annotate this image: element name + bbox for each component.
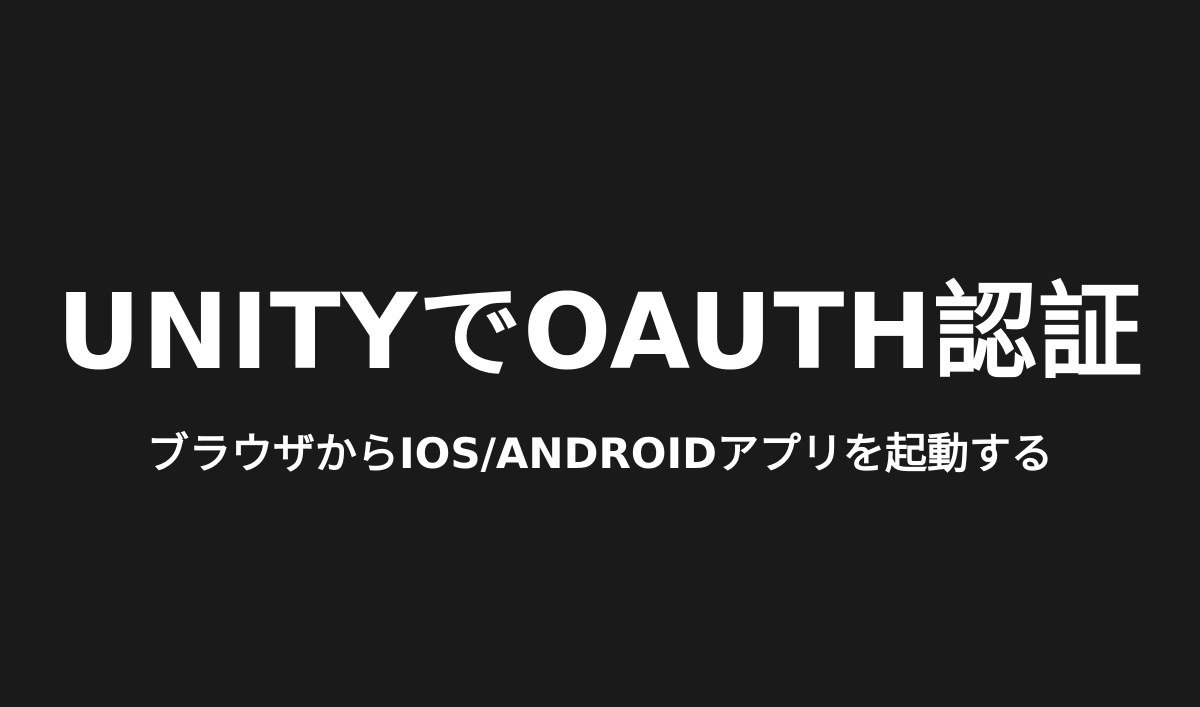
main-title: UNITYでOAUTH認証 [56, 271, 1144, 393]
title-card: UNITYでOAUTH認証 ブラウザからIOS/ANDROIDアプリを起動する [0, 0, 1200, 707]
subtitle: ブラウザからIOS/ANDROIDアプリを起動する [147, 429, 1053, 478]
